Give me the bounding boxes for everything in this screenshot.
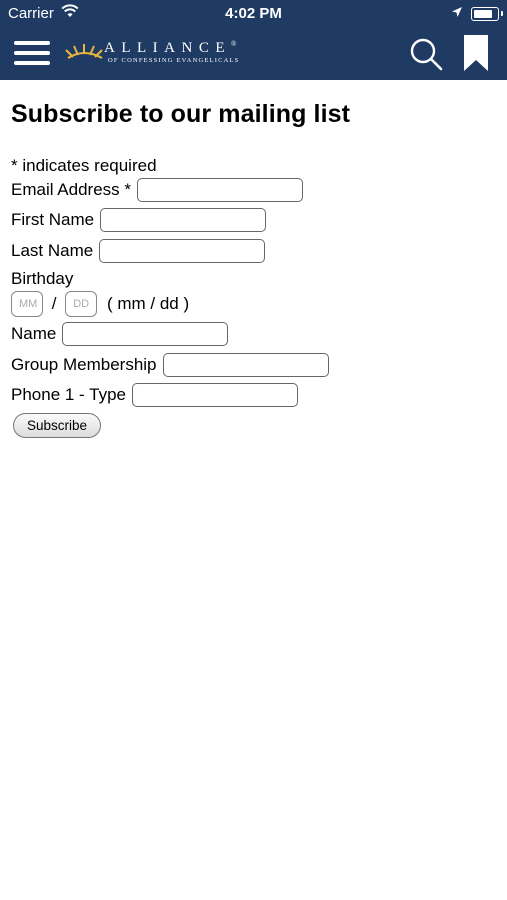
location-arrow-icon xyxy=(452,7,462,17)
sunburst-logo-icon xyxy=(65,44,103,59)
name-row: Name xyxy=(11,322,229,346)
logo-wordmark: ALLIANCE® xyxy=(104,40,237,56)
last-name-row: Last Name xyxy=(11,239,266,263)
required-note: * indicates required xyxy=(11,155,157,175)
logo-subtitle: OF CONFESSING EVANGELICALS xyxy=(108,57,240,64)
birthday-separator: / xyxy=(51,294,57,313)
app-header: ALLIANCE® OF CONFESSING EVANGELICALS xyxy=(0,28,507,80)
name-label: Name xyxy=(11,324,57,343)
name-input[interactable] xyxy=(62,322,229,346)
status-bar: Carrier 4:02 PM xyxy=(0,0,507,28)
hamburger-menu-icon[interactable] xyxy=(14,40,50,66)
phone-type-label: Phone 1 - Type xyxy=(11,385,126,404)
subscribe-form: Subscribe to our mailing list * indicate… xyxy=(11,100,501,438)
email-label: Email Address * xyxy=(11,180,131,199)
clock: 4:02 PM xyxy=(225,5,282,22)
email-input[interactable] xyxy=(137,178,303,202)
group-membership-input[interactable] xyxy=(162,353,329,377)
battery-icon xyxy=(471,7,503,21)
birthday-label-row: Birthday xyxy=(11,268,73,289)
first-name-input[interactable] xyxy=(100,208,267,232)
group-membership-row: Group Membership xyxy=(11,353,329,377)
last-name-input[interactable] xyxy=(99,239,266,263)
group-membership-label: Group Membership xyxy=(11,355,157,374)
email-row: Email Address * xyxy=(11,178,303,202)
birthday-format-hint: ( mm / dd ) xyxy=(106,294,190,313)
first-name-label: First Name xyxy=(11,210,95,229)
search-icon[interactable] xyxy=(408,36,444,72)
birthday-month-input[interactable]: MM xyxy=(11,291,43,317)
page-title: Subscribe to our mailing list xyxy=(11,100,351,128)
birthday-label: Birthday xyxy=(11,268,74,288)
phone-type-row: Phone 1 - Type xyxy=(11,383,298,407)
subscribe-button[interactable]: Subscribe xyxy=(13,413,101,438)
bookmark-icon[interactable] xyxy=(460,34,492,72)
birthday-row: MM / DD ( mm / dd ) xyxy=(11,291,189,317)
alliance-logo[interactable]: ALLIANCE® OF CONFESSING EVANGELICALS xyxy=(64,40,254,68)
birthday-day-input[interactable]: DD xyxy=(65,291,98,317)
last-name-label: Last Name xyxy=(11,241,94,260)
first-name-row: First Name xyxy=(11,208,267,232)
phone-type-input[interactable] xyxy=(132,383,298,407)
